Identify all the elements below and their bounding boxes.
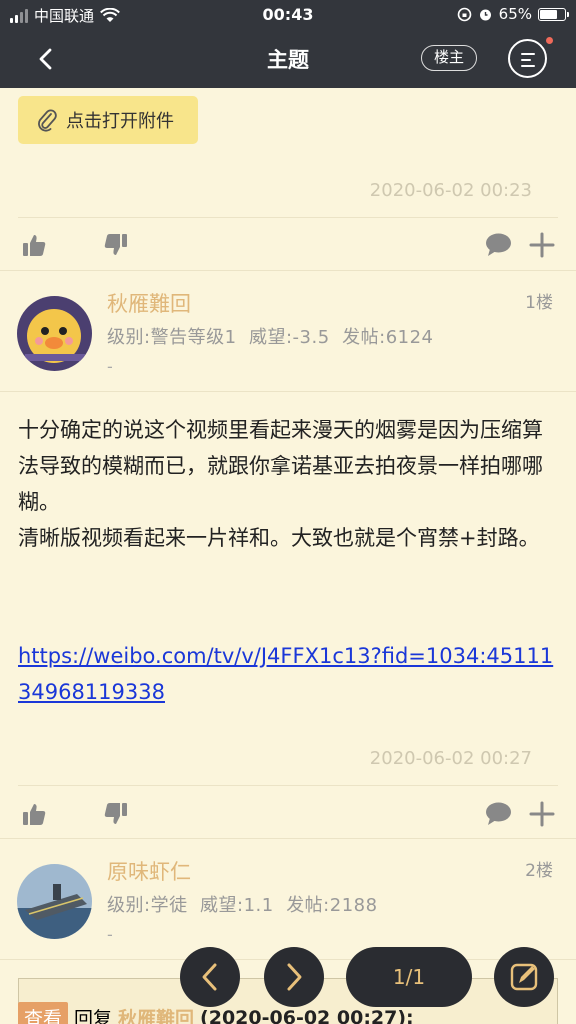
user-level: 级别:警告等级1 (107, 327, 237, 348)
plus-icon[interactable] (529, 232, 555, 258)
orientation-lock-icon (457, 7, 471, 21)
author-block: 原味虾仁 级别:学徒 威望:1.1 发帖:2188 - 2楼 (0, 839, 576, 961)
prev-page-button[interactable] (180, 947, 240, 1007)
menu-icon (521, 53, 535, 55)
page-title: 主题 (267, 48, 309, 72)
username[interactable]: 原味虾仁 (107, 856, 191, 886)
user-post-count: 发帖:6124 (342, 327, 434, 348)
thumbs-down-icon[interactable] (103, 232, 129, 258)
status-bar: 中国联通 00:43 65% (0, 0, 576, 30)
plus-icon[interactable] (529, 801, 555, 827)
thumbs-up-icon[interactable] (21, 232, 47, 258)
user-reputation: 威望:-3.5 (248, 327, 330, 348)
post-timestamp: 2020-06-02 00:27 (369, 748, 532, 769)
prev-page-icon (202, 963, 217, 991)
user-stats: 级别:警告等级1 威望:-3.5 发帖:6124 (107, 323, 434, 349)
divider (0, 391, 576, 392)
divider (18, 785, 558, 786)
user-post-count: 发帖:2188 (286, 895, 378, 916)
thumbs-down-icon[interactable] (103, 801, 129, 827)
paperclip-icon (38, 109, 57, 132)
menu-button[interactable] (508, 39, 547, 78)
user-signature: - (107, 357, 113, 376)
view-quote-button[interactable]: 查看 (18, 1002, 69, 1024)
post-actions (0, 226, 576, 266)
next-page-button[interactable] (264, 947, 324, 1007)
comment-icon[interactable] (485, 801, 512, 827)
attachment-button[interactable]: 点击打开附件 (18, 96, 198, 144)
alarm-icon (479, 9, 491, 20)
quoted-time: (2020-06-02 00:27): (200, 1006, 414, 1024)
floor-number: 2楼 (525, 861, 553, 881)
battery-percent: 65% (498, 5, 532, 23)
nav-bar: 主题 楼主 (0, 30, 576, 88)
user-level: 级别:学徒 (107, 895, 188, 916)
user-signature: - (107, 925, 113, 944)
user-stats: 级别:学徒 威望:1.1 发帖:2188 (107, 891, 378, 917)
post-content: 十分确定的说这个视频里看起来漫天的烟雾是因为压缩算法导致的模糊而已，就跟你拿诺基… (18, 412, 563, 556)
author-block: 秋雁難回 级别:警告等级1 威望:-3.5 发帖:6124 - 1楼 (0, 271, 576, 393)
status-right: 65% (457, 5, 569, 23)
compose-button[interactable] (494, 947, 554, 1007)
louzhu-button[interactable]: 楼主 (421, 45, 477, 71)
page-indicator[interactable]: 1/1 (346, 947, 472, 1007)
avatar[interactable] (17, 864, 92, 939)
avatar-image (17, 296, 92, 371)
floor-number: 1楼 (525, 293, 553, 313)
post-link[interactable]: https://weibo.com/tv/v/J4FFX1c13?fid=103… (18, 638, 563, 710)
compose-icon (510, 963, 538, 991)
post-actions (0, 795, 576, 835)
battery-icon (538, 7, 569, 21)
avatar[interactable] (17, 296, 92, 371)
attachment-label: 点击打开附件 (66, 111, 174, 132)
comment-icon[interactable] (485, 232, 512, 258)
username[interactable]: 秋雁難回 (107, 288, 191, 318)
thumbs-up-icon[interactable] (21, 801, 47, 827)
user-reputation: 威望:1.1 (200, 895, 274, 916)
post-paragraph: 十分确定的说这个视频里看起来漫天的烟雾是因为压缩算法导致的模糊而已，就跟你拿诺基… (18, 418, 543, 550)
next-page-icon (287, 963, 302, 991)
avatar-image (17, 864, 92, 939)
divider (18, 217, 558, 218)
notification-dot (546, 37, 553, 44)
post-timestamp: 2020-06-02 00:23 (369, 180, 532, 201)
reply-label: 回复 (74, 1008, 113, 1024)
quoted-username[interactable]: 秋雁難回 (118, 1004, 194, 1024)
